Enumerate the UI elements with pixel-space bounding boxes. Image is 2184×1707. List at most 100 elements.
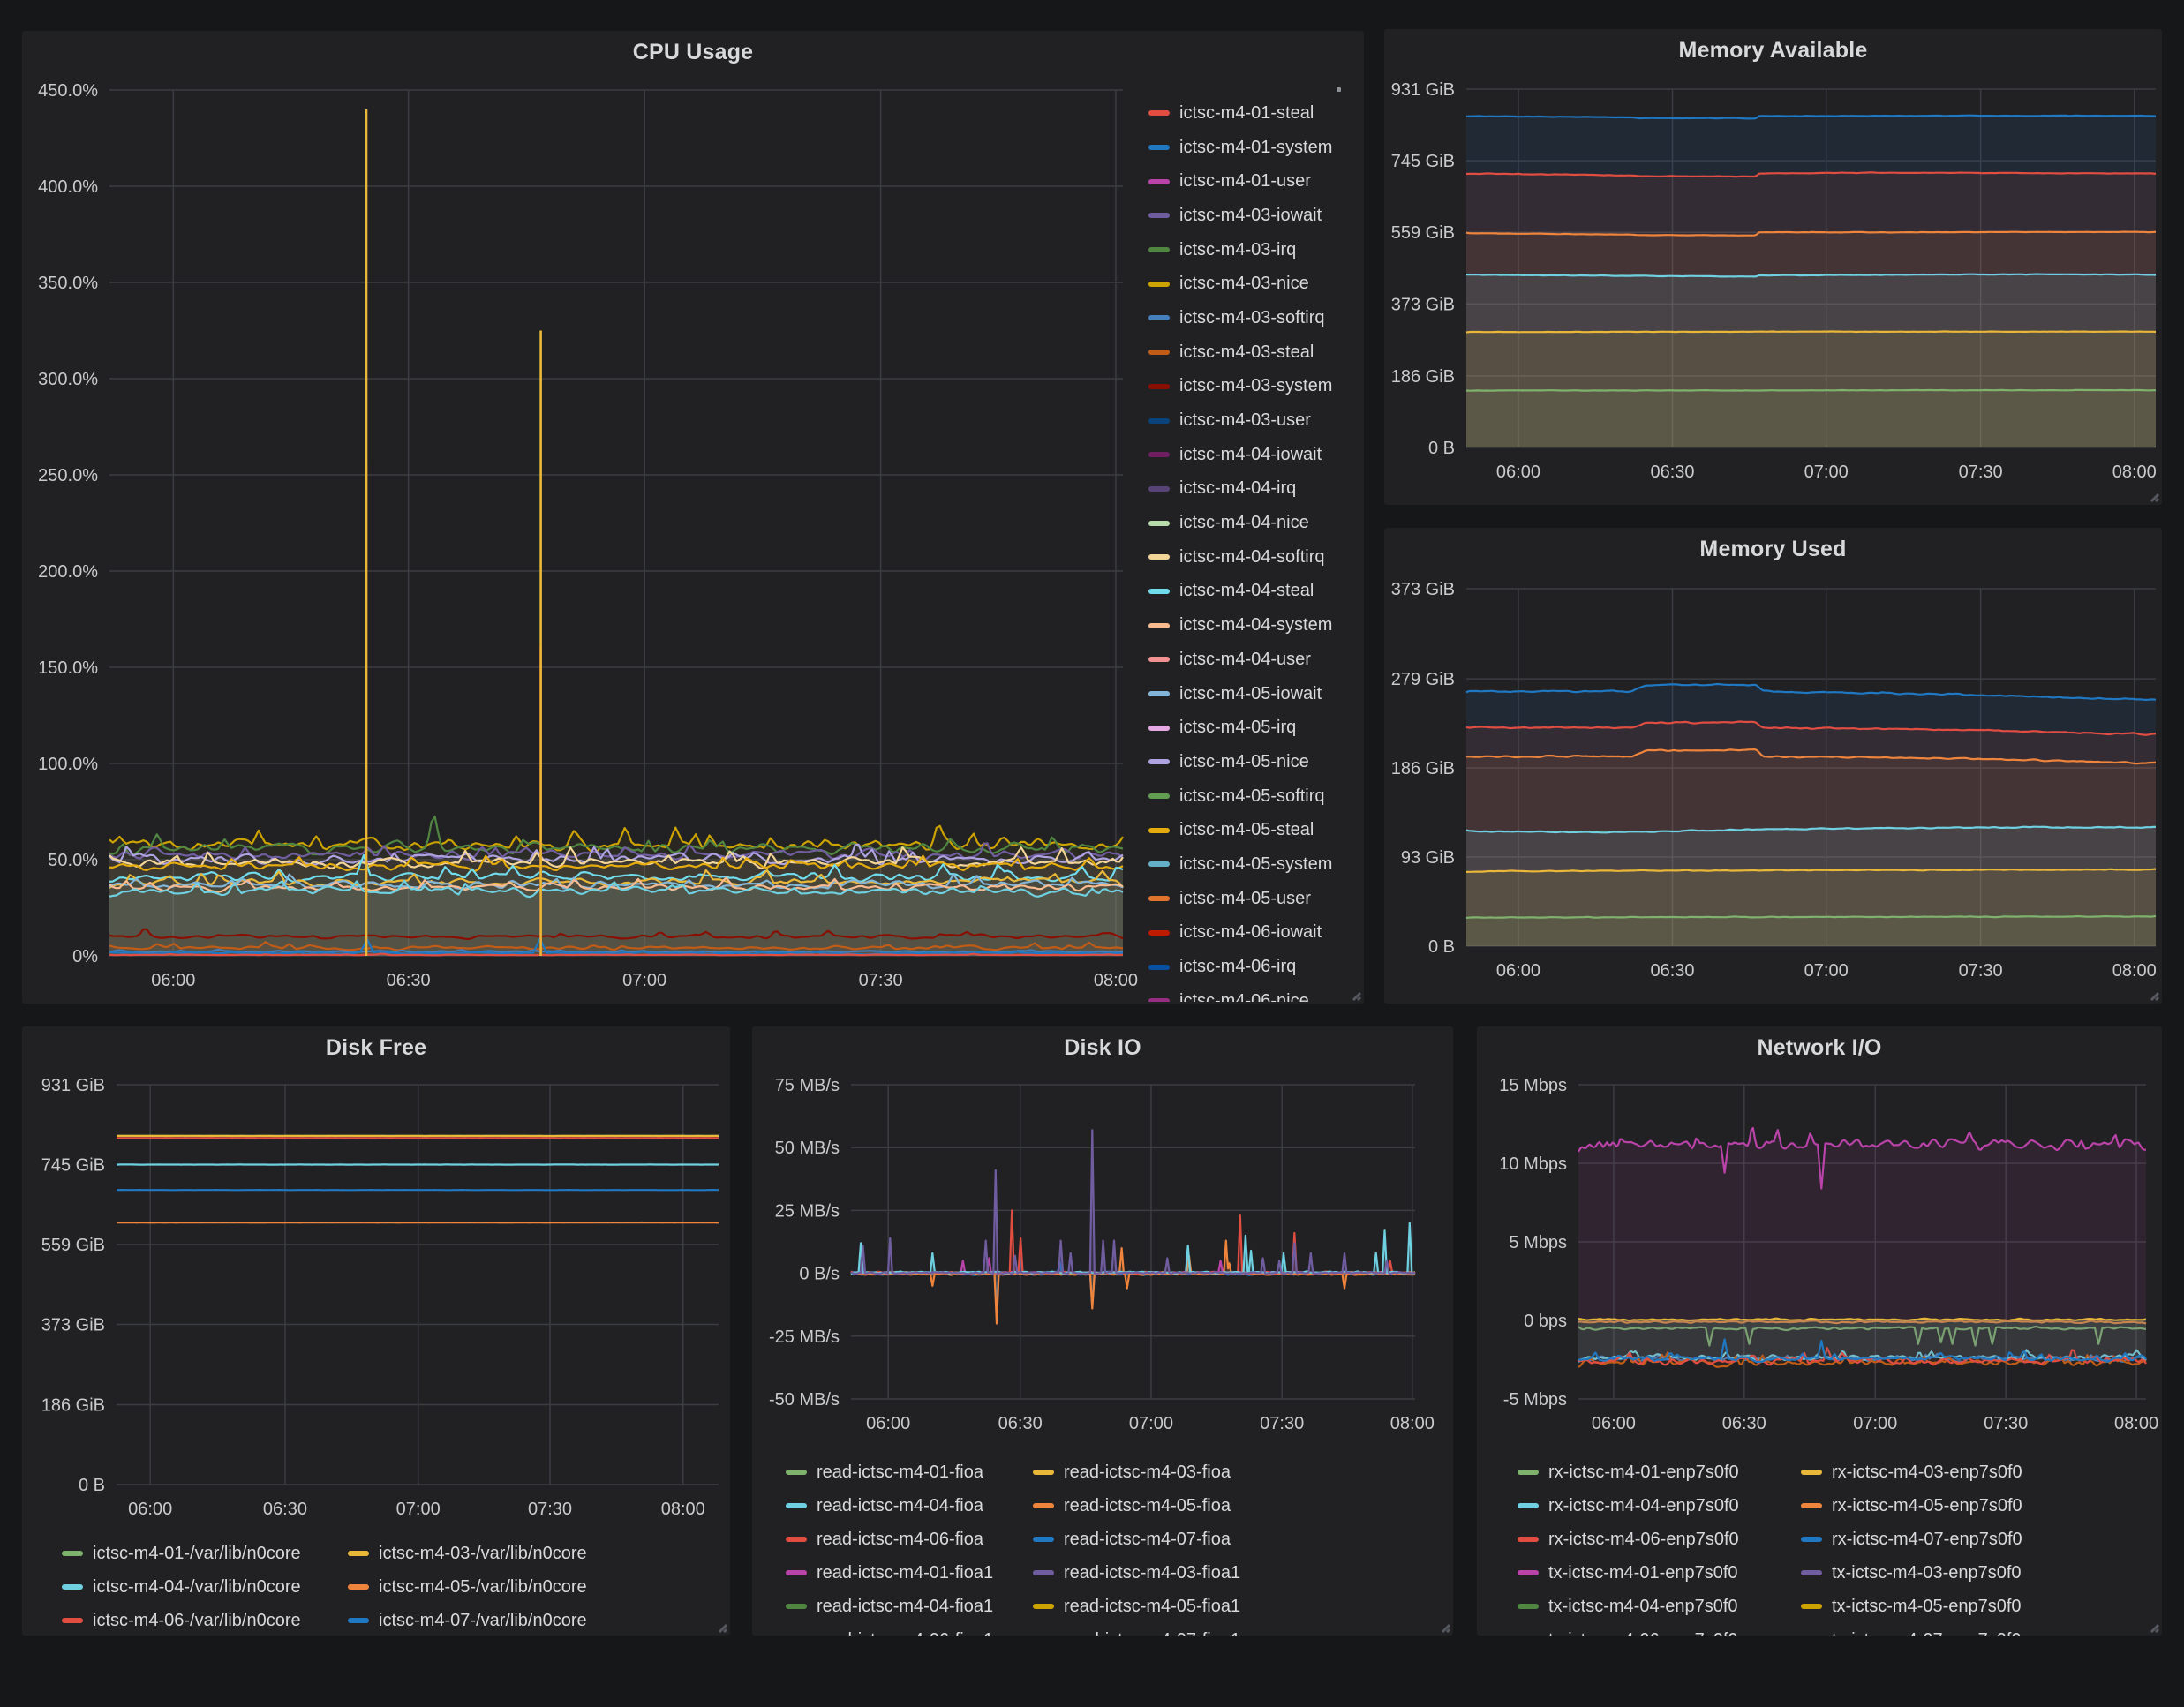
- panel-memory-available[interactable]: Memory Available 931 GiB745 GiB559 GiB37…: [1384, 29, 2162, 505]
- panel-memory-used[interactable]: Memory Used 373 GiB279 GiB186 GiB93 GiB0…: [1384, 528, 2162, 1004]
- legend-swatch: [786, 1537, 807, 1542]
- y-axis-tick: 279 GiB: [1391, 670, 1455, 689]
- legend-item[interactable]: ictsc-m4-01-steal: [1148, 96, 1364, 131]
- legend-item[interactable]: ictsc-m4-04-softirq: [1148, 540, 1364, 575]
- legend-label: read-ictsc-m4-05-fioa1: [1064, 1597, 1240, 1617]
- legend-item[interactable]: ictsc-m4-04-/var/lib/n0core: [62, 1570, 348, 1604]
- legend-item[interactable]: ictsc-m4-05-softirq: [1148, 779, 1364, 814]
- panel-title[interactable]: Disk IO: [752, 1035, 1453, 1061]
- y-axis-tick: 93 GiB: [1401, 848, 1455, 868]
- legend-item[interactable]: ictsc-m4-05-user: [1148, 882, 1364, 916]
- legend-item[interactable]: ictsc-m4-03-user: [1148, 403, 1364, 438]
- legend-item[interactable]: ictsc-m4-03-softirq: [1148, 301, 1364, 335]
- panel-disk-io[interactable]: Disk IO read-ictsc-m4-01-fioaread-ictsc-…: [752, 1026, 1453, 1636]
- legend-label: rx-ictsc-m4-04-enp7s0f0: [1548, 1496, 1739, 1516]
- legend-label: ictsc-m4-04-iowait: [1179, 445, 1322, 465]
- legend-item[interactable]: ictsc-m4-04-system: [1148, 608, 1364, 643]
- panel-title[interactable]: Disk Free: [22, 1035, 730, 1061]
- panel-resize-handle[interactable]: [1437, 1620, 1450, 1633]
- x-axis-tick: 06:00: [151, 971, 195, 990]
- legend-item[interactable]: ictsc-m4-05-steal: [1148, 813, 1364, 847]
- series-line: [1466, 332, 2156, 333]
- legend-item[interactable]: ictsc-m4-04-nice: [1148, 506, 1364, 540]
- panel-resize-handle[interactable]: [2146, 988, 2159, 1001]
- legend-item[interactable]: read-ictsc-m4-01-fioa1: [786, 1556, 1033, 1590]
- legend-item[interactable]: read-ictsc-m4-05-fioa1: [1033, 1590, 1448, 1623]
- legend-scrollbar-thumb[interactable]: [1337, 87, 1341, 92]
- legend-item[interactable]: ictsc-m4-01-user: [1148, 164, 1364, 199]
- legend-label: rx-ictsc-m4-05-enp7s0f0: [1832, 1496, 2022, 1516]
- legend-item[interactable]: read-ictsc-m4-04-fioa: [786, 1489, 1033, 1523]
- legend-item[interactable]: tx-ictsc-m4-01-enp7s0f0: [1518, 1556, 1801, 1590]
- legend-item[interactable]: ictsc-m4-05-system: [1148, 847, 1364, 882]
- legend-item[interactable]: ictsc-m4-05-irq: [1148, 711, 1364, 745]
- legend-item[interactable]: read-ictsc-m4-06-fioa1: [786, 1623, 1033, 1636]
- panel-title[interactable]: Network I/O: [1477, 1035, 2162, 1061]
- panel-network-io[interactable]: Network I/O rx-ictsc-m4-01-enp7s0f0rx-ic…: [1477, 1026, 2162, 1636]
- legend-item[interactable]: ictsc-m4-06-iowait: [1148, 916, 1364, 951]
- legend-swatch: [62, 1584, 83, 1590]
- legend-item[interactable]: ictsc-m4-04-user: [1148, 643, 1364, 677]
- legend-item[interactable]: read-ictsc-m4-07-fioa1: [1033, 1623, 1448, 1636]
- panel-resize-handle[interactable]: [714, 1620, 727, 1633]
- legend-item[interactable]: rx-ictsc-m4-03-enp7s0f0: [1801, 1455, 2157, 1489]
- legend-swatch: [1148, 521, 1170, 526]
- y-axis-tick: 0 B: [79, 1476, 105, 1495]
- panel-title[interactable]: Memory Available: [1384, 38, 2162, 64]
- legend-item[interactable]: read-ictsc-m4-03-fioa: [1033, 1455, 1448, 1489]
- legend-item[interactable]: read-ictsc-m4-05-fioa: [1033, 1489, 1448, 1523]
- legend-item[interactable]: read-ictsc-m4-01-fioa: [786, 1455, 1033, 1489]
- x-axis-tick: 06:00: [866, 1414, 910, 1433]
- legend-item[interactable]: ictsc-m4-01-system: [1148, 131, 1364, 165]
- legend-item[interactable]: ictsc-m4-04-steal: [1148, 575, 1364, 609]
- legend-item[interactable]: ictsc-m4-05-iowait: [1148, 677, 1364, 711]
- legend-item[interactable]: ictsc-m4-04-iowait: [1148, 438, 1364, 472]
- panel-resize-handle[interactable]: [1348, 988, 1361, 1001]
- legend-item[interactable]: rx-ictsc-m4-07-enp7s0f0: [1801, 1523, 2157, 1556]
- legend-item[interactable]: ictsc-m4-03-iowait: [1148, 199, 1364, 233]
- legend-item[interactable]: ictsc-m4-03-system: [1148, 370, 1364, 404]
- y-axis-tick: 745 GiB: [1391, 152, 1455, 171]
- y-axis-tick: 186 GiB: [41, 1395, 105, 1415]
- legend-item[interactable]: ictsc-m4-03-irq: [1148, 233, 1364, 267]
- legend-item[interactable]: ictsc-m4-03-nice: [1148, 267, 1364, 301]
- legend-item[interactable]: ictsc-m4-03-/var/lib/n0core: [348, 1537, 725, 1570]
- legend-item[interactable]: tx-ictsc-m4-05-enp7s0f0: [1801, 1590, 2157, 1623]
- panel-resize-handle[interactable]: [2146, 1620, 2159, 1633]
- panel-title[interactable]: Memory Used: [1384, 537, 2162, 562]
- panel-title[interactable]: CPU Usage: [22, 40, 1364, 65]
- legend-item[interactable]: read-ictsc-m4-03-fioa1: [1033, 1556, 1448, 1590]
- legend-item[interactable]: ictsc-m4-03-steal: [1148, 335, 1364, 370]
- legend-item[interactable]: rx-ictsc-m4-05-enp7s0f0: [1801, 1489, 2157, 1523]
- legend-item[interactable]: ictsc-m4-06-/var/lib/n0core: [62, 1604, 348, 1636]
- legend-swatch: [1148, 965, 1170, 970]
- legend-item[interactable]: ictsc-m4-01-/var/lib/n0core: [62, 1537, 348, 1570]
- legend-item[interactable]: tx-ictsc-m4-03-enp7s0f0: [1801, 1556, 2157, 1590]
- legend-item[interactable]: ictsc-m4-05-nice: [1148, 745, 1364, 779]
- legend-item[interactable]: read-ictsc-m4-07-fioa: [1033, 1523, 1448, 1556]
- panel-resize-handle[interactable]: [2146, 489, 2159, 502]
- y-axis-tick: 745 GiB: [41, 1156, 105, 1176]
- legend-item[interactable]: read-ictsc-m4-06-fioa: [786, 1523, 1033, 1556]
- legend-item[interactable]: rx-ictsc-m4-06-enp7s0f0: [1518, 1523, 1801, 1556]
- legend-item[interactable]: ictsc-m4-06-nice: [1148, 984, 1364, 1002]
- panel-cpu-usage[interactable]: CPU Usage ictsc-m4-01-stealictsc-m4-01-s…: [22, 31, 1364, 1004]
- legend-item[interactable]: tx-ictsc-m4-04-enp7s0f0: [1518, 1590, 1801, 1623]
- legend-swatch: [1148, 213, 1170, 218]
- legend-item[interactable]: tx-ictsc-m4-07-enp7s0f0: [1801, 1623, 2157, 1636]
- legend-item[interactable]: ictsc-m4-05-/var/lib/n0core: [348, 1570, 725, 1604]
- legend-swatch: [1518, 1570, 1539, 1575]
- legend-label: tx-ictsc-m4-06-enp7s0f0: [1548, 1630, 1738, 1636]
- panel-disk-free[interactable]: Disk Free ictsc-m4-01-/var/lib/n0coreict…: [22, 1026, 730, 1636]
- legend-swatch: [1148, 554, 1170, 560]
- legend-label: read-ictsc-m4-06-fioa1: [817, 1630, 993, 1636]
- legend-item[interactable]: ictsc-m4-06-irq: [1148, 950, 1364, 984]
- legend-item[interactable]: ictsc-m4-07-/var/lib/n0core: [348, 1604, 725, 1636]
- legend-item[interactable]: read-ictsc-m4-04-fioa1: [786, 1590, 1033, 1623]
- legend-item[interactable]: rx-ictsc-m4-04-enp7s0f0: [1518, 1489, 1801, 1523]
- legend-item[interactable]: tx-ictsc-m4-06-enp7s0f0: [1518, 1623, 1801, 1636]
- legend-label: ictsc-m4-04-softirq: [1179, 547, 1324, 568]
- y-axis-tick: 559 GiB: [41, 1236, 105, 1255]
- legend-item[interactable]: rx-ictsc-m4-01-enp7s0f0: [1518, 1455, 1801, 1489]
- legend-item[interactable]: ictsc-m4-04-irq: [1148, 472, 1364, 507]
